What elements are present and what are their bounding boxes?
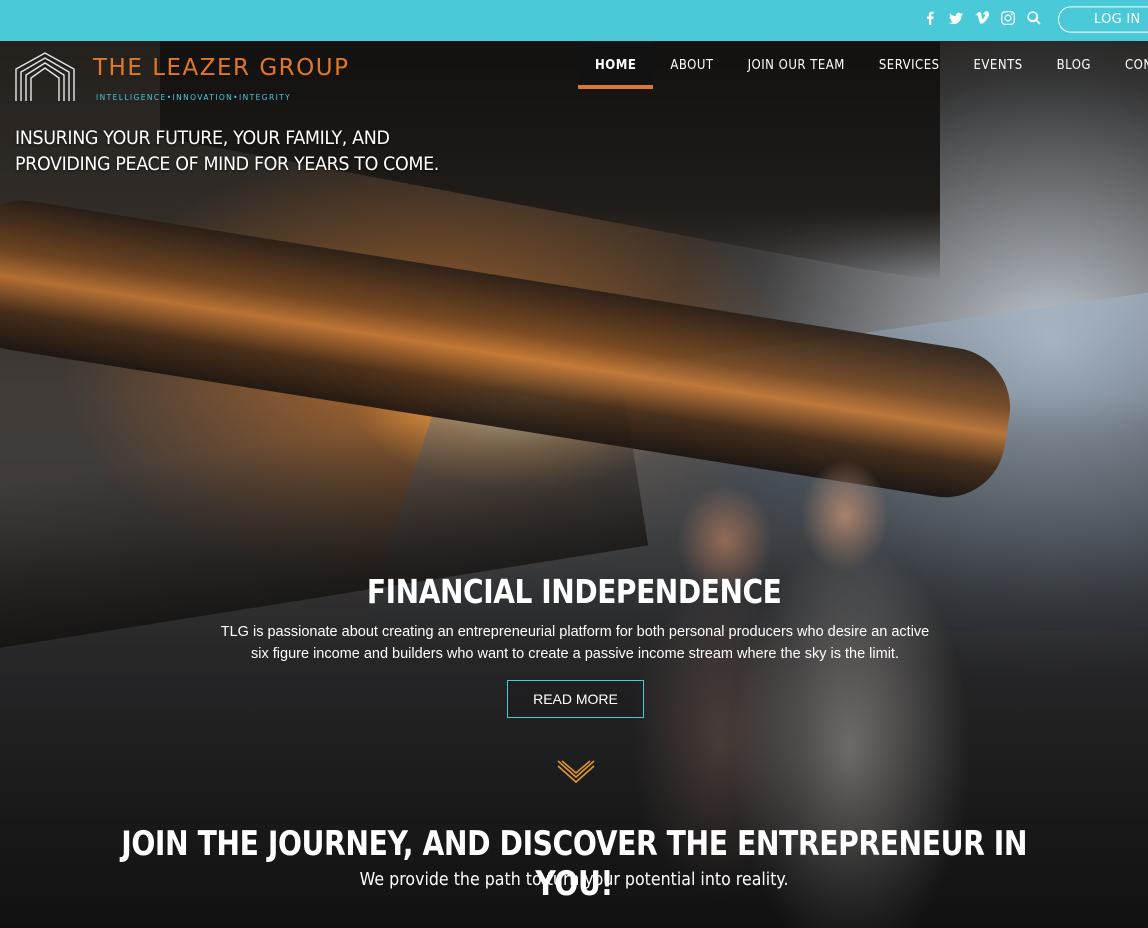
search-icon[interactable] [1026, 10, 1042, 26]
nav-item-home[interactable]: HOME [578, 41, 654, 89]
twitter-icon[interactable] [948, 10, 964, 26]
read-more-button[interactable]: READ MORE [507, 680, 644, 718]
journey-subtitle: We provide the path to turn your potenti… [359, 869, 789, 890]
hero-description: TLG is passionate about creating an entr… [205, 621, 945, 665]
hero-tagline: INSURING YOUR FUTURE, YOUR FAMILY, AND P… [15, 125, 439, 177]
nav-item-about[interactable]: ABOUT [653, 41, 730, 89]
top-utility-bar: LOG IN [0, 0, 1148, 41]
nav-item-events[interactable]: EVENTS [957, 41, 1040, 89]
facebook-icon[interactable] [922, 10, 938, 26]
instagram-icon[interactable] [1000, 10, 1016, 26]
nav-item-contact[interactable]: CONTACT [1108, 41, 1148, 89]
hero-tagline-line-2: PROVIDING PEACE OF MIND FOR YEARS TO COM… [15, 153, 439, 175]
scroll-down-chevron-icon[interactable] [556, 757, 596, 787]
hero-title: FINANCIAL INDEPENDENCE [366, 572, 782, 611]
nav-item-services[interactable]: SERVICES [862, 41, 957, 89]
hero-tagline-line-1: INSURING YOUR FUTURE, YOUR FAMILY, AND [15, 127, 390, 149]
journey-title: JOIN THE JOURNEY, AND DISCOVER THE ENTRE… [121, 824, 1028, 904]
nav-item-blog[interactable]: BLOG [1040, 41, 1108, 89]
main-nav: HOME ABOUT JOIN OUR TEAM SERVICES EVENTS… [578, 41, 1148, 89]
hero-description-line-1: TLG is passionate about creating an entr… [220, 624, 930, 640]
brand-tagline: INTELLIGENCE•INNOVATION•INTEGRITY [96, 93, 292, 102]
vimeo-icon[interactable] [974, 10, 990, 26]
login-button[interactable]: LOG IN [1058, 6, 1148, 33]
brand-name[interactable]: THE LEAZER GROUP [93, 55, 349, 81]
nav-item-join-our-team[interactable]: JOIN OUR TEAM [731, 41, 862, 89]
hero-description-line-2: six figure income and builders who want … [251, 646, 899, 662]
social-links [922, 10, 1042, 26]
leazer-logo-icon[interactable] [14, 51, 76, 103]
